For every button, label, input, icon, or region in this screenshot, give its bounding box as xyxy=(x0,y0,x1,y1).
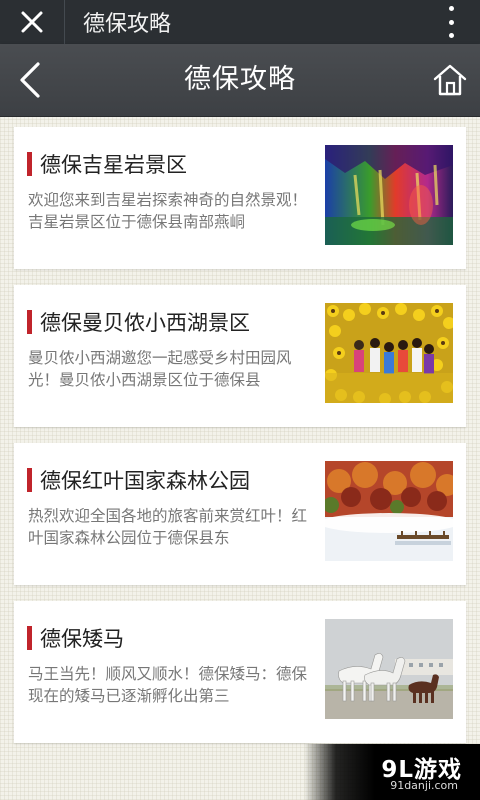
article-summary: 热烈欢迎全国各地的旅客前来赏红叶！红叶国家森林公园位于德保县东 xyxy=(28,507,308,547)
article-summary: 马王当先！顺风又顺水！德保矮马：德保现在的矮马已逐渐孵化出第三 xyxy=(28,665,308,705)
article-summary: 欢迎您来到吉星岩探索神奇的自然景观！吉星岩景区位于德保县南部燕峒 xyxy=(28,191,308,231)
article-title: 德保吉星岩景区 xyxy=(40,153,187,177)
watermark-logo: 9L游戏 91danji.com xyxy=(304,744,480,800)
article-summary: 曼贝侬小西湖邀您一起感受乡村田园风光！曼贝侬小西湖景区位于德保县 xyxy=(28,349,292,389)
list-item[interactable]: 德保曼贝侬小西湖景区 曼贝侬小西湖邀您一起感受乡村田园风光！曼贝侬小西湖景区位于… xyxy=(14,285,466,427)
browser-title: 德保攻略 xyxy=(83,12,172,37)
more-vertical-icon[interactable] xyxy=(446,6,456,38)
close-button[interactable] xyxy=(0,0,65,44)
horses-photo xyxy=(325,619,453,719)
title-accent-bar xyxy=(27,626,32,650)
app-header: 德保攻略 xyxy=(0,44,480,117)
article-title: 德保矮马 xyxy=(40,627,124,651)
list-item[interactable]: 德保矮马 马王当先！顺风又顺水！德保矮马：德保现在的矮马已逐渐孵化出第三 xyxy=(14,601,466,743)
title-accent-bar xyxy=(27,152,32,176)
title-accent-bar xyxy=(27,468,32,492)
browser-top-bar: 德保攻略 xyxy=(0,0,480,44)
close-icon xyxy=(21,11,43,33)
list-item[interactable]: 德保红叶国家森林公园 热烈欢迎全国各地的旅客前来赏红叶！红叶国家森林公园位于德保… xyxy=(14,443,466,585)
title-accent-bar xyxy=(27,310,32,334)
home-button[interactable] xyxy=(432,62,468,98)
forest-lake-photo xyxy=(325,461,453,561)
sunflower-field-photo xyxy=(325,303,453,403)
list-item[interactable]: 德保吉星岩景区 欢迎您来到吉星岩探索神奇的自然景观！吉星岩景区位于德保县南部燕峒 xyxy=(14,127,466,269)
home-icon xyxy=(433,64,467,96)
watermark-url: 91danji.com xyxy=(390,779,458,792)
cave-photo xyxy=(325,145,453,245)
article-list: 德保吉星岩景区 欢迎您来到吉星岩探索神奇的自然景观！吉星岩景区位于德保县南部燕峒 xyxy=(0,117,480,800)
article-title: 德保曼贝侬小西湖景区 xyxy=(40,311,250,335)
page-title: 德保攻略 xyxy=(184,64,296,95)
article-title: 德保红叶国家森林公园 xyxy=(40,469,250,493)
